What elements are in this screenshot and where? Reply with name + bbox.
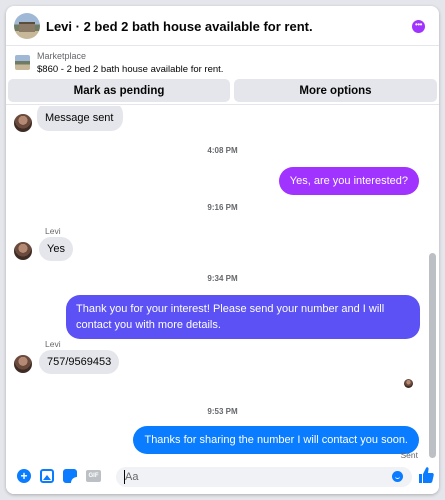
- scrollbar[interactable]: [429, 253, 436, 458]
- timestamp: 4:08 PM: [207, 146, 238, 155]
- incoming-message: 757/9569453: [39, 350, 120, 374]
- more-options-icon[interactable]: •••: [412, 20, 425, 33]
- marketplace-label: Marketplace: [37, 51, 87, 61]
- more-options-button[interactable]: More options: [234, 79, 437, 102]
- listing-thumbnail[interactable]: [14, 13, 40, 39]
- photo-icon[interactable]: [40, 469, 54, 483]
- listing-description[interactable]: $860 - 2 bed 2 bath house available for …: [37, 64, 223, 75]
- timestamp: 9:53 PM: [207, 407, 238, 416]
- seen-indicator-avatar: [404, 379, 413, 388]
- plus-icon[interactable]: +: [17, 469, 31, 483]
- sender-name: Levi: [45, 339, 61, 349]
- message-thread[interactable]: Message sent 4:08 PM Yes, are you intere…: [6, 106, 439, 458]
- timestamp: 9:34 PM: [207, 274, 238, 283]
- text-cursor: [124, 470, 125, 484]
- outgoing-message: Yes, are you interested?: [278, 167, 419, 195]
- message-composer: + GIF: [6, 458, 439, 494]
- mark-as-pending-button[interactable]: Mark as pending: [8, 79, 230, 102]
- avatar[interactable]: [14, 355, 32, 373]
- chat-title[interactable]: Levi · 2 bed 2 bath house available for …: [46, 19, 313, 34]
- chat-header: Levi · 2 bed 2 bath house available for …: [6, 6, 439, 46]
- avatar[interactable]: [14, 114, 32, 132]
- marketplace-panel: Marketplace $860 - 2 bed 2 bath house av…: [6, 47, 439, 105]
- emoji-icon[interactable]: [392, 471, 403, 482]
- sender-name: Levi: [45, 226, 61, 236]
- avatar[interactable]: [14, 242, 32, 260]
- gif-icon[interactable]: GIF: [86, 470, 101, 482]
- chat-window: Levi · 2 bed 2 bath house available for …: [6, 6, 439, 494]
- outgoing-message: Thank you for your interest! Please send…: [66, 295, 420, 339]
- marketplace-thumbnail[interactable]: [15, 55, 30, 70]
- thumbs-up-icon[interactable]: [418, 466, 434, 484]
- incoming-message: Message sent: [37, 106, 124, 131]
- incoming-message: Yes: [39, 237, 73, 261]
- message-input[interactable]: [116, 467, 412, 487]
- message-status: Sent: [400, 450, 419, 458]
- sticker-icon[interactable]: [63, 469, 77, 483]
- timestamp: 9:16 PM: [207, 203, 238, 212]
- outgoing-message: Thanks for sharing the number I will con…: [133, 426, 419, 454]
